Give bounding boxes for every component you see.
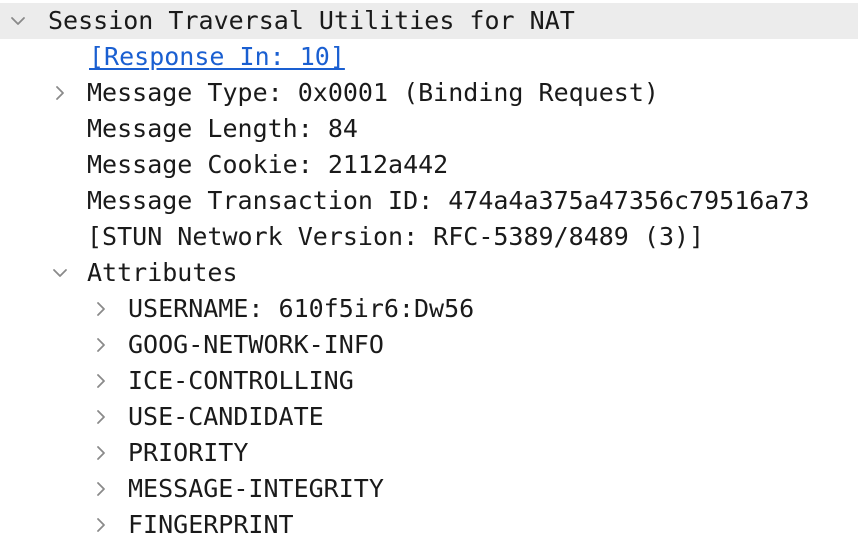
tree-node-attribute[interactable]: ICE-CONTROLLING [0, 363, 858, 399]
chevron-right-icon[interactable] [92, 300, 110, 318]
tree-node-label: Message Length: 84 [87, 114, 358, 143]
tree-node-label: Session Traversal Utilities for NAT [48, 6, 575, 35]
tree-node-label: Message Type: 0x0001 (Binding Request) [87, 78, 659, 107]
tree-node-attribute[interactable]: USERNAME: 610f5ir6:Dw56 [0, 291, 858, 327]
tree-node-stun-version[interactable]: [STUN Network Version: RFC-5389/8489 (3)… [0, 219, 858, 255]
tree-node-label: USERNAME: 610f5ir6:Dw56 [128, 294, 475, 323]
chevron-down-icon[interactable] [9, 12, 27, 30]
chevron-right-icon[interactable] [92, 480, 110, 498]
tree-node-label: USE-CANDIDATE [128, 402, 324, 431]
chevron-right-icon[interactable] [51, 84, 69, 102]
tree-node-label: Message Transaction ID: 474a4a375a47356c… [87, 186, 810, 215]
tree-node-label: PRIORITY [128, 438, 249, 467]
tree-node-label: [STUN Network Version: RFC-5389/8489 (3)… [87, 222, 705, 251]
tree-node-label: FINGERPRINT [128, 510, 294, 539]
tree-node-label: GOOG-NETWORK-INFO [128, 330, 384, 359]
tree-node-label: Message Cookie: 2112a442 [87, 150, 449, 179]
tree-node-attribute[interactable]: FINGERPRINT [0, 507, 858, 543]
tree-node-message-length[interactable]: Message Length: 84 [0, 111, 858, 147]
chevron-right-icon[interactable] [92, 336, 110, 354]
tree-node-message-type[interactable]: Message Type: 0x0001 (Binding Request) [0, 75, 858, 111]
tree-node-attribute[interactable]: PRIORITY [0, 435, 858, 471]
tree-node-attribute[interactable]: GOOG-NETWORK-INFO [0, 327, 858, 363]
chevron-right-icon[interactable] [92, 372, 110, 390]
tree-node-label: Attributes [87, 258, 238, 287]
tree-node-attribute[interactable]: USE-CANDIDATE [0, 399, 858, 435]
chevron-down-icon[interactable] [51, 264, 69, 282]
tree-node-attribute[interactable]: MESSAGE-INTEGRITY [0, 471, 858, 507]
tree-node-label: ICE-CONTROLLING [128, 366, 354, 395]
tree-node-label: MESSAGE-INTEGRITY [128, 474, 384, 503]
tree-node-response-in[interactable]: [Response In: 10] [0, 39, 858, 75]
packet-details-tree: Session Traversal Utilities for NAT [Res… [0, 0, 858, 550]
response-in-link[interactable]: [Response In: 10] [89, 39, 345, 75]
chevron-right-icon[interactable] [92, 444, 110, 462]
tree-node-stun[interactable]: Session Traversal Utilities for NAT [0, 3, 858, 39]
tree-node-message-cookie[interactable]: Message Cookie: 2112a442 [0, 147, 858, 183]
tree-node-attributes[interactable]: Attributes [0, 255, 858, 291]
chevron-right-icon[interactable] [92, 516, 110, 534]
tree-node-transaction-id[interactable]: Message Transaction ID: 474a4a375a47356c… [0, 183, 858, 219]
chevron-right-icon[interactable] [92, 408, 110, 426]
